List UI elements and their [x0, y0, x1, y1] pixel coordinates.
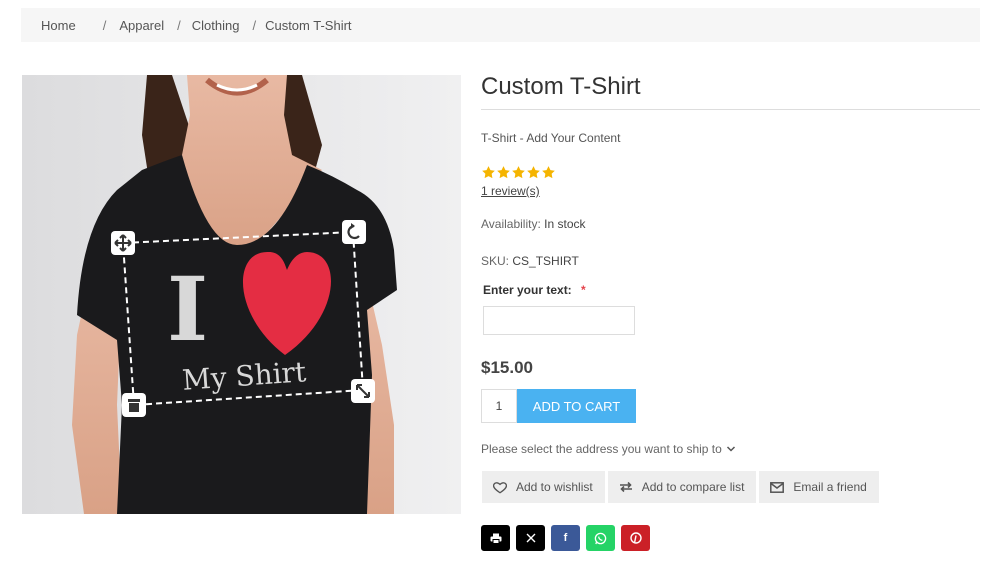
- title-divider: [481, 109, 980, 110]
- email-friend-label: Email a friend: [793, 480, 867, 494]
- x-logo-icon: [526, 533, 535, 543]
- email-friend-button[interactable]: Email a friend: [759, 471, 879, 503]
- printer-icon: [490, 533, 501, 544]
- shipping-selector[interactable]: Please select the address you want to sh…: [481, 442, 736, 456]
- add-to-compare-button[interactable]: Add to compare list: [607, 471, 757, 503]
- pinterest-icon: [629, 532, 642, 544]
- resize-handle-icon[interactable]: [351, 379, 375, 403]
- breadcrumb-apparel[interactable]: Apparel: [119, 18, 164, 33]
- required-mark: *: [581, 283, 586, 297]
- share-whatsapp-button[interactable]: [586, 525, 615, 551]
- short-description: T-Shirt - Add Your Content: [481, 131, 621, 145]
- move-handle-icon[interactable]: [111, 231, 135, 255]
- print-button[interactable]: [481, 525, 510, 551]
- quantity-input[interactable]: 1: [481, 389, 517, 423]
- star-icon: [527, 166, 540, 179]
- envelope-icon: [770, 481, 785, 493]
- product-details: Custom T-Shirt T-Shirt - Add Your Conten…: [481, 0, 980, 570]
- rating-stars: [481, 165, 556, 180]
- delete-handle-icon[interactable]: [122, 393, 146, 417]
- facebook-icon: f: [563, 532, 568, 544]
- whatsapp-icon: [594, 532, 607, 544]
- star-icon: [542, 166, 555, 179]
- chevron-down-icon: [726, 446, 735, 452]
- sku: SKU: CS_TSHIRT: [481, 254, 579, 268]
- add-to-cart-button[interactable]: ADD TO CART: [517, 389, 636, 423]
- heart-icon: [493, 481, 507, 494]
- sku-label: SKU:: [481, 254, 510, 268]
- tshirt-photo: I My Shirt: [22, 75, 461, 514]
- shirt-print-i: I: [167, 257, 208, 361]
- custom-text-input[interactable]: [483, 306, 635, 335]
- breadcrumb-separator: /: [252, 17, 257, 33]
- product-actions: Add to wishlist Add to compare list Emai…: [482, 471, 879, 503]
- custom-text-label-text: Enter your text:: [483, 283, 572, 297]
- breadcrumb-current: Custom T-Shirt: [265, 17, 352, 33]
- share-buttons: f: [481, 525, 650, 551]
- share-pinterest-button[interactable]: [621, 525, 650, 551]
- wishlist-label: Add to wishlist: [516, 480, 593, 494]
- share-facebook-button[interactable]: f: [551, 525, 580, 551]
- product-title: Custom T-Shirt: [481, 73, 641, 100]
- custom-text-label: Enter your text: *: [483, 283, 586, 297]
- star-icon: [482, 166, 495, 179]
- availability-value: In stock: [544, 217, 586, 231]
- star-icon: [497, 166, 510, 179]
- availability-label: Availability:: [481, 217, 541, 231]
- breadcrumb-clothing[interactable]: Clothing: [192, 18, 240, 33]
- reviews-link[interactable]: 1 review(s): [481, 184, 540, 198]
- add-to-wishlist-button[interactable]: Add to wishlist: [482, 471, 605, 503]
- compare-icon: [619, 481, 632, 493]
- sku-value: CS_TSHIRT: [512, 254, 579, 268]
- breadcrumb-separator: /: [102, 17, 107, 33]
- share-x-button[interactable]: [516, 525, 545, 551]
- star-icon: [512, 166, 525, 179]
- product-price: $15.00: [481, 358, 533, 377]
- shipping-prompt: Please select the address you want to sh…: [481, 442, 722, 456]
- product-image[interactable]: I My Shirt: [22, 75, 461, 514]
- rotate-handle-icon[interactable]: [342, 220, 366, 244]
- breadcrumb-separator: /: [177, 17, 181, 33]
- compare-label: Add to compare list: [641, 480, 745, 494]
- breadcrumb-home[interactable]: Home: [41, 18, 76, 33]
- availability: Availability: In stock: [481, 217, 586, 231]
